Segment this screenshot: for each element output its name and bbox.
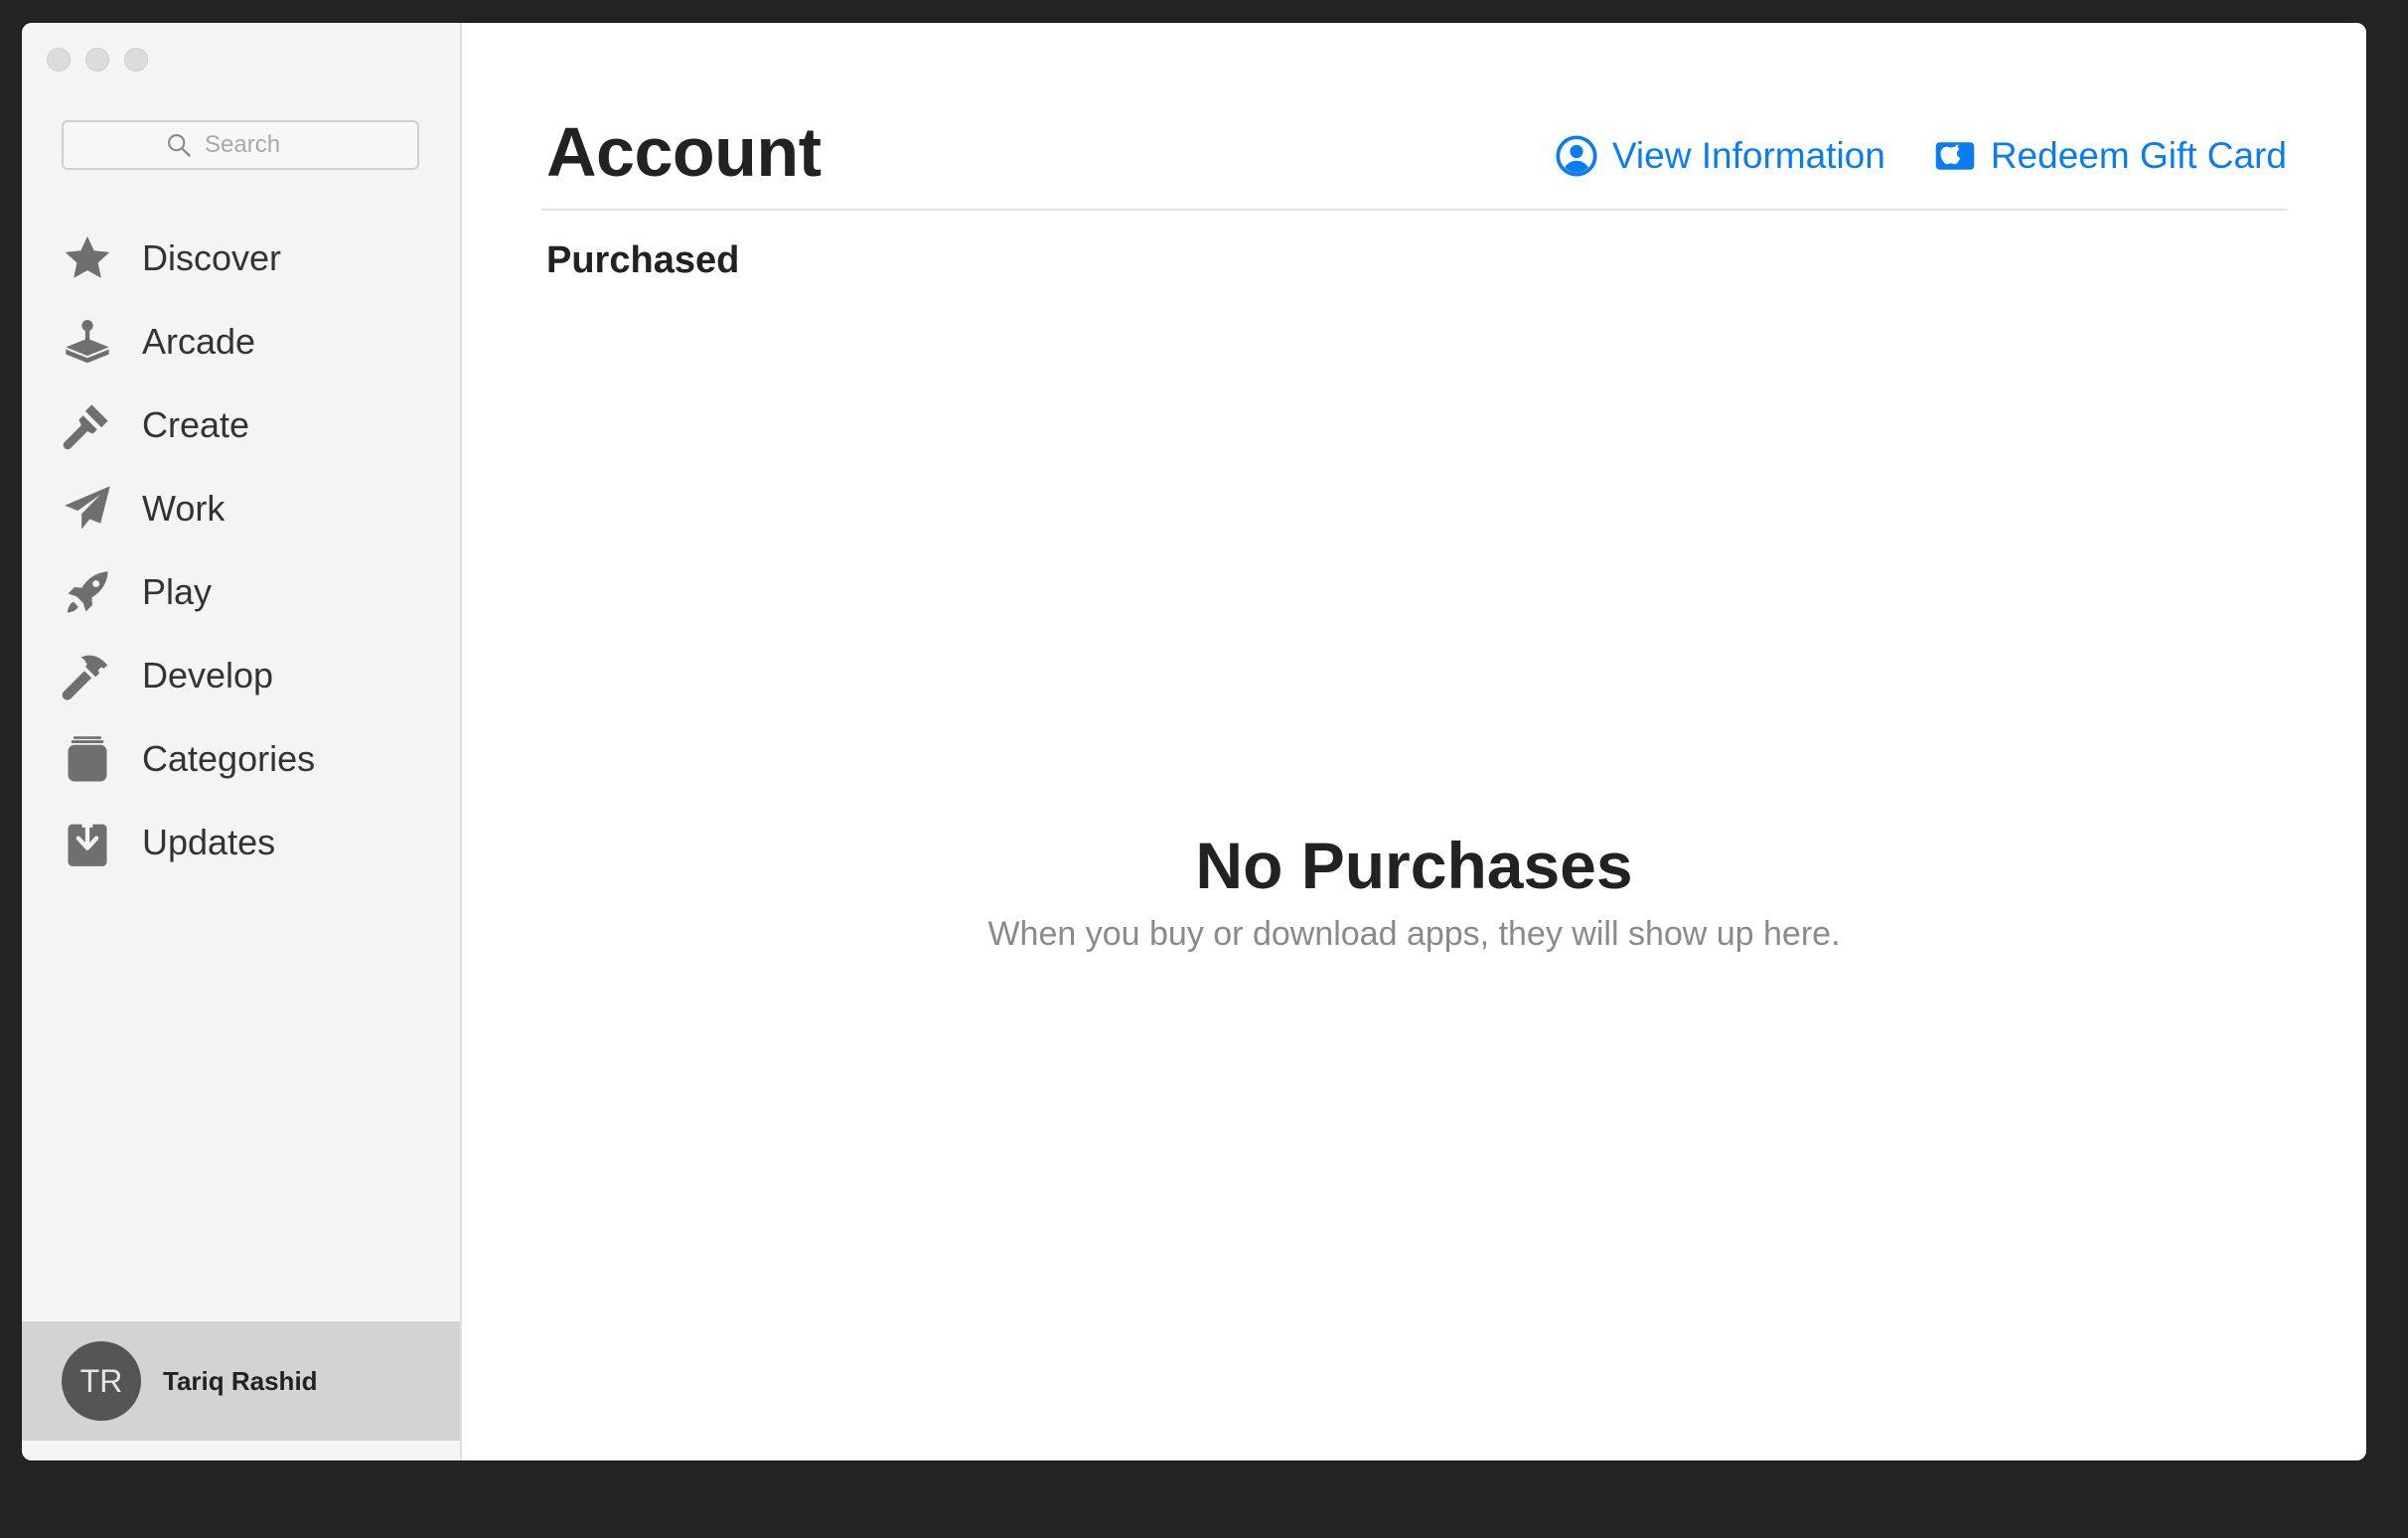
paper-plane-icon — [60, 481, 115, 537]
sidebar-item-updates[interactable]: Updates — [22, 801, 460, 884]
empty-state: No Purchases When you buy or download ap… — [462, 828, 2366, 954]
empty-state-subtitle: When you buy or download apps, they will… — [987, 915, 1841, 953]
sidebar-item-label: Discover — [142, 237, 282, 278]
sidebar-item-label: Develop — [142, 655, 274, 695]
search-field[interactable] — [62, 120, 419, 170]
traffic-lights — [47, 48, 148, 72]
sidebar-item-arcade[interactable]: Arcade — [22, 300, 460, 384]
brush-icon — [60, 397, 115, 453]
sidebar-item-label: Create — [142, 404, 250, 445]
stack-icon — [60, 731, 115, 787]
section-title: Purchased — [546, 239, 740, 281]
main-content: Account View Information Redeem Gift Car… — [462, 23, 2366, 1461]
minimize-window-button[interactable] — [85, 48, 109, 72]
redeem-gift-card-label: Redeem Gift Card — [1990, 135, 2287, 176]
empty-state-title: No Purchases — [1195, 829, 1633, 902]
sidebar-item-play[interactable]: Play — [22, 550, 460, 634]
sidebar-item-discover[interactable]: Discover — [22, 217, 460, 300]
joystick-icon — [60, 314, 115, 370]
page-title: Account — [546, 113, 822, 191]
app-window: Discover Arcade — [22, 23, 2366, 1461]
hammer-icon — [60, 648, 115, 703]
account-button[interactable]: TR Tariq Rashid — [22, 1321, 460, 1441]
person-circle-icon — [1556, 135, 1597, 177]
view-information-link[interactable]: View Information — [1555, 134, 1885, 178]
sidebar-item-label: Categories — [142, 738, 316, 779]
redeem-gift-card-link[interactable]: Redeem Gift Card — [1933, 134, 2287, 178]
sidebar-item-label: Work — [142, 488, 226, 529]
sidebar: Discover Arcade — [22, 23, 462, 1461]
sidebar-item-develop[interactable]: Develop — [22, 634, 460, 717]
gift-card-icon — [1935, 142, 1975, 170]
sidebar-item-work[interactable]: Work — [22, 467, 460, 550]
sidebar-nav: Discover Arcade Create Work Play Develop… — [22, 217, 460, 884]
sidebar-item-label: Arcade — [142, 321, 256, 362]
sidebar-item-label: Updates — [142, 822, 276, 862]
sidebar-item-create[interactable]: Create — [22, 384, 460, 467]
view-information-label: View Information — [1611, 135, 1885, 176]
user-name: Tariq Rashid — [163, 1365, 318, 1396]
sidebar-item-label: Play — [142, 571, 213, 612]
search-icon — [168, 134, 191, 157]
download-icon — [60, 815, 115, 870]
close-window-button[interactable] — [47, 48, 71, 72]
star-icon — [60, 231, 115, 286]
sidebar-item-categories[interactable]: Categories — [22, 717, 460, 801]
rocket-icon — [60, 564, 115, 620]
avatar: TR — [62, 1341, 141, 1421]
header-actions: View Information Redeem Gift Card — [1555, 134, 2287, 178]
zoom-window-button[interactable] — [124, 48, 148, 72]
header-divider — [541, 209, 2287, 211]
search-input[interactable] — [203, 130, 316, 160]
